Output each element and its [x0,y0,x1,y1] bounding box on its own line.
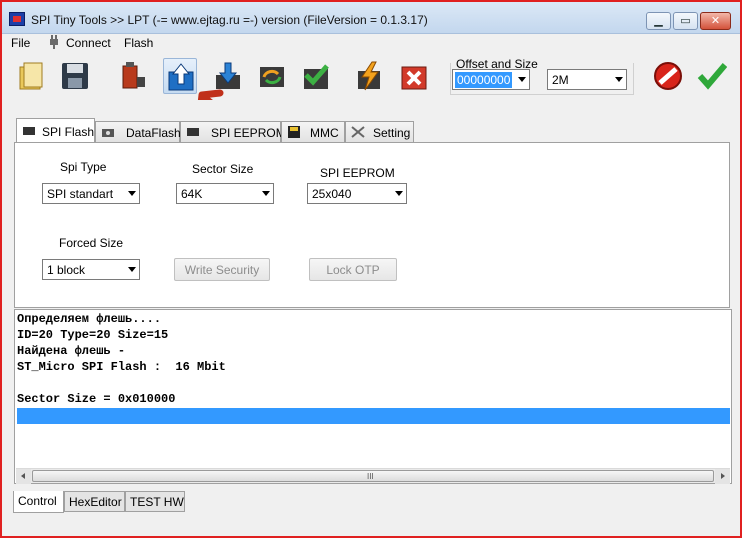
chevron-down-icon [518,77,526,82]
forced-size-select[interactable]: 1 block [42,259,140,280]
tab-label: Control [18,494,57,508]
tab-setting[interactable]: Setting [345,121,414,142]
horizontal-scrollbar[interactable]: III [16,468,730,484]
folder-icon [19,62,43,90]
green-check-icon [697,63,727,90]
write-security-button[interactable]: Write Security [174,258,270,281]
scroll-thumb[interactable]: III [32,470,714,482]
offset-value: 00000000 [455,72,513,88]
tab-spi-eeprom[interactable]: SPI EEPROM [180,121,286,142]
menu-file[interactable]: File [11,36,30,50]
lightning-icon [358,61,380,91]
menu-flash[interactable]: Flash [124,36,153,50]
checkmark-icon [304,64,329,89]
chip-icon [187,128,199,136]
chevron-down-icon [615,77,623,82]
title-bar: SPI Tiny Tools >> LPT (-= www.ejtag.ru =… [2,2,740,34]
chevron-down-icon [262,191,270,196]
chip-button[interactable] [115,58,149,94]
maximize-button[interactable]: ▭ [673,12,698,30]
write-security-label: Write Security [184,263,260,277]
stop-icon [654,62,682,90]
app-window: SPI Tiny Tools >> LPT (-= www.ejtag.ru =… [0,0,742,538]
cancel-button[interactable] [397,58,431,94]
floppy-icon [62,63,88,89]
forced-size-value: 1 block [47,263,86,277]
chevron-down-icon [128,267,136,272]
camera-icon [102,129,114,137]
minimize-icon: ▁ [654,15,663,27]
tab-test-hw[interactable]: TEST HW [125,491,185,512]
stop-button[interactable] [650,58,684,94]
log-line: ST_Micro SPI Flash : 16 Mbit [17,360,226,374]
log-line: Найдена флешь - [17,344,126,358]
tab-label: MMC [310,126,339,140]
chevron-down-icon [395,191,403,196]
refresh-icon [260,67,284,87]
sector-size-value: 64K [181,187,203,201]
size-value: 2M [552,73,569,87]
spi-type-label: Spi Type [60,160,107,174]
save-button[interactable] [58,58,92,94]
lock-otp-label: Lock OTP [326,263,380,277]
close-icon: ✕ [710,15,721,27]
floppy-icon [288,126,300,138]
spi-eeprom-value: 25x040 [312,187,352,201]
ok-button[interactable] [694,58,728,94]
scroll-left-icon[interactable] [16,469,31,484]
tab-label: Setting [373,126,411,140]
tab-label: SPI EEPROM [211,126,286,140]
offset-combo[interactable]: 00000000 [452,69,530,90]
menu-connect[interactable]: Connect [66,36,111,50]
tab-dataflash[interactable]: DataFlash [95,121,181,142]
minimize-button[interactable]: ▁ [646,12,671,30]
menu-bar: File Connect Flash [2,34,740,52]
window-title: SPI Tiny Tools >> LPT (-= www.ejtag.ru =… [31,13,428,27]
plug-icon [50,35,58,49]
spi-type-value: SPI standart [47,187,114,201]
spi-eeprom-select[interactable]: 25x040 [307,183,407,204]
log-line: Определяем флешь.... [17,312,162,326]
sector-size-select[interactable]: 64K [176,183,274,204]
chevron-down-icon [128,191,136,196]
tab-label: DataFlash [126,126,181,140]
maximize-icon: ▭ [680,15,691,27]
tools-icon [351,126,365,138]
tab-control[interactable]: Control [13,491,64,513]
tab-mmc[interactable]: MMC [281,121,345,142]
tab-hexeditor[interactable]: HexEditor [64,491,125,512]
sector-size-label: Sector Size [192,162,254,176]
log-selected-line[interactable] [17,408,730,424]
chip-icon [23,127,35,135]
lock-otp-button[interactable]: Lock OTP [309,258,397,281]
log-line: ID=20 Type=20 Size=15 [17,328,169,342]
tab-label: TEST HW [130,495,184,509]
upload-arrow-icon [168,63,194,91]
spi-type-select[interactable]: SPI standart [42,183,140,204]
log-output[interactable]: Определяем флешь.... ID=20 Type=20 Size=… [14,309,732,484]
tab-label: SPI Flash [42,125,95,139]
app-icon [9,12,25,26]
log-line: Sector Size = 0x010000 [17,392,176,406]
forced-size-label: Forced Size [59,236,124,250]
chip-battery-icon [122,62,145,89]
tab-spi-flash[interactable]: SPI Flash [16,118,95,143]
tab-label: HexEditor [69,495,122,509]
spi-eeprom-label: SPI EEPROM [320,166,395,180]
erase-button[interactable] [353,58,387,94]
status-area [10,514,734,534]
scroll-grip: III [367,472,374,481]
open-folder-button[interactable] [15,58,49,94]
red-x-icon [401,66,427,90]
spi-flash-tab-content: Spi Type SPI standart Sector Size 64K SP… [14,142,730,308]
close-button[interactable]: ✕ [700,12,731,30]
size-combo[interactable]: 2M [547,69,627,90]
verify-button[interactable] [299,58,333,94]
scroll-right-icon[interactable] [715,469,730,484]
